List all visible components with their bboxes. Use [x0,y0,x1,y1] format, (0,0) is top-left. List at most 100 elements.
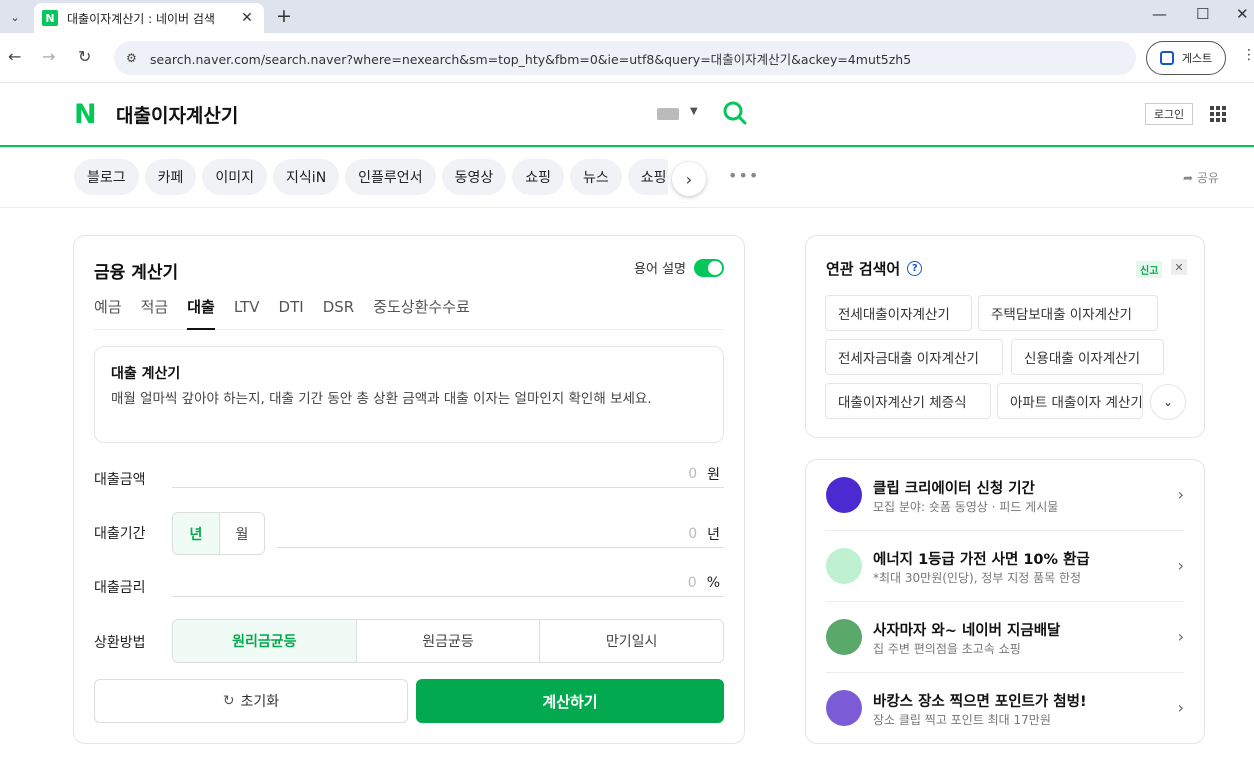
naver-logo[interactable]: N [74,101,100,128]
loan-period-input[interactable]: 0 년 [277,520,724,548]
category-tab[interactable]: 지식iN [273,159,340,195]
loan-amount-label: 대출금액 [94,472,146,488]
calc-tab[interactable]: 중도상환수수료 [373,296,470,330]
related-title-text: 연관 검색어 [826,260,901,278]
keyboard-dropdown-icon[interactable]: ▼ [690,106,698,117]
tab-search-icon[interactable]: ⌄ [4,6,26,28]
guest-profile-button[interactable]: 게스트 [1146,41,1226,75]
search-query-input[interactable]: 대출이자계산기 [116,101,238,128]
close-window-icon[interactable]: ✕ [1236,5,1249,23]
refresh-icon: ↻ [222,693,235,709]
loan-amount-value: 0 [688,465,698,482]
repayment-method-option[interactable]: 원금균등 [355,620,540,662]
share-icon: ➦ [1183,171,1197,185]
calc-tab[interactable]: DTI [279,296,304,330]
promo-subtitle: 모집 분야: 숏폼 동영상 · 피드 게시물 [873,500,1059,514]
promo-title: 사자마자 와~ 네이버 지금배달 [873,623,1061,639]
promo-title: 클립 크리에이터 신청 기간 [873,481,1035,497]
chevron-down-icon[interactable]: ⌄ [1150,384,1186,420]
related-search-chip[interactable]: 신용대출 이자계산기 [1011,339,1164,375]
category-more-icon[interactable]: ••• [728,166,759,185]
chevron-right-icon: › [1177,485,1184,504]
calculator-tabs: 예금 적금 대출 LTV DTI DSR 중도상환수수료 [94,296,724,330]
term-explanation-toggle[interactable]: 용어 설명 [634,258,724,277]
chevron-right-icon: › [1177,556,1184,575]
calc-tab[interactable]: 적금 [141,296,169,330]
promo-icon [826,477,862,513]
url-input[interactable]: ⚙ search.naver.com/search.naver?where=ne… [114,41,1136,75]
promo-subtitle: *최대 30만원(인당), 정부 지정 품목 한정 [873,571,1082,585]
category-tab[interactable]: 이미지 [202,159,268,195]
calc-tab[interactable]: DSR [323,296,355,330]
calc-tab[interactable]: 대출 [187,296,215,330]
category-tab[interactable]: 인플루언서 [345,159,436,195]
toggle-switch[interactable] [694,258,724,277]
login-button[interactable]: 로그인 [1145,103,1193,125]
browser-tab[interactable]: N 대출이자계산기 : 네이버 검색 ✕ [34,3,264,33]
period-unit-selector: 년월 [172,512,265,555]
forward-icon[interactable]: → [42,47,55,66]
period-unit-option[interactable]: 월 [219,513,264,554]
promo-item[interactable]: 에너지 1등급 가전 사면 10% 환급 *최대 30만원(인당), 정부 지정 … [826,531,1184,602]
category-tab[interactable]: 동영상 [441,159,507,195]
promo-list: 클립 크리에이터 신청 기간 모집 분야: 숏폼 동영상 · 피드 게시물 › 에너지… [805,459,1205,744]
calculator-title: 금융 계산기 [94,263,179,283]
new-tab-icon[interactable]: + [276,5,292,27]
category-tab[interactable]: 뉴스 [569,159,622,195]
site-info-icon[interactable]: ⚙ [126,51,144,65]
finance-calculator-panel: 금융 계산기 용어 설명 예금 적금 대출 LTV DTI DSR 중도상환수수료 대출 계… [73,235,745,744]
minimize-icon[interactable]: — [1152,5,1167,23]
repayment-method-option[interactable]: 만기일시 [539,620,723,662]
keyboard-icon[interactable] [657,108,679,120]
calc-tab[interactable]: 예금 [94,296,122,330]
search-icon[interactable] [722,100,748,126]
reset-label: 초기화 [240,694,280,710]
reset-button[interactable]: ↻ 초기화 [94,679,408,723]
chevron-right-icon: › [1177,627,1184,646]
related-search-chip[interactable]: 전세자금대출 이자계산기 [825,339,1003,375]
loan-amount-input[interactable]: 0 원 [172,460,724,488]
related-search-chip[interactable]: 주택담보대출 이자계산기 [978,295,1158,331]
tab-title: 대출이자계산기 : 네이버 검색 [67,11,215,26]
chevron-right-icon: › [1177,698,1184,717]
promo-title: 에너지 1등급 가전 사면 10% 환급 [873,552,1090,568]
info-title: 대출 계산기 [111,366,181,382]
apps-grid-icon[interactable] [1210,106,1226,122]
category-tab[interactable]: 블로그 [74,159,139,195]
repayment-method-label: 상환방법 [94,635,146,651]
maximize-icon[interactable]: ☐ [1196,5,1209,23]
calculate-button[interactable]: 계산하기 [416,679,724,723]
loan-rate-input[interactable]: 0 % [172,569,724,597]
repayment-method-option[interactable]: 원리금균등 [173,620,356,662]
period-unit-option[interactable]: 년 [173,513,219,554]
tab-close-icon[interactable]: ✕ [238,10,256,26]
promo-icon [826,619,862,655]
browser-menu-icon[interactable]: ⋮ [1242,47,1254,63]
category-next-icon[interactable]: › [672,162,706,196]
loan-period-unit: 년 [707,526,720,543]
category-tab[interactable]: 쇼핑 [627,159,668,195]
promo-item[interactable]: 사자마자 와~ 네이버 지금배달 집 주변 편의점을 초고속 쇼핑 › [826,602,1184,673]
calc-tab[interactable]: LTV [234,296,260,330]
reload-icon[interactable]: ↻ [78,47,91,66]
promo-item[interactable]: 클립 크리에이터 신청 기간모집 분야: 숏폼 동영상 · 피드 게시물 › [826,460,1184,531]
report-button[interactable]: 신고 [1136,261,1163,278]
naver-header: N 대출이자계산기 ▼ 로그인 [0,83,1254,147]
close-icon[interactable]: ✕ [1171,259,1187,275]
category-tab[interactable]: 카페 [144,159,197,195]
promo-icon [826,548,862,584]
share-button[interactable]: ➦ 공유 [1183,169,1219,186]
info-box: 대출 계산기 매월 얼마씩 갚아야 하는지, 대출 기간 동안 총 상환 금액과… [94,346,724,443]
address-bar: ← → ↻ ⚙ search.naver.com/search.naver?wh… [0,33,1254,83]
related-title: 연관 검색어 ? [826,258,923,279]
loan-rate-label: 대출금리 [94,580,146,596]
related-search-chip[interactable]: 대출이자계산기 체증식 [825,383,991,419]
category-tab[interactable]: 쇼핑 [512,159,564,195]
promo-item[interactable]: 바캉스 장소 찍으면 포인트가 첨벙! 장소 클립 찍고 포인트 최대 17만원 › [826,673,1184,744]
repayment-method-selector: 원리금균등 원금균등 만기일시 [172,619,724,663]
related-search-chip[interactable]: 아파트 대출이자 계산기 [997,383,1143,419]
help-icon[interactable]: ? [907,261,923,276]
back-icon[interactable]: ← [8,47,21,66]
related-search-chip[interactable]: 전세대출이자계산기 [825,295,972,331]
loan-rate-value: 0 [687,574,697,591]
